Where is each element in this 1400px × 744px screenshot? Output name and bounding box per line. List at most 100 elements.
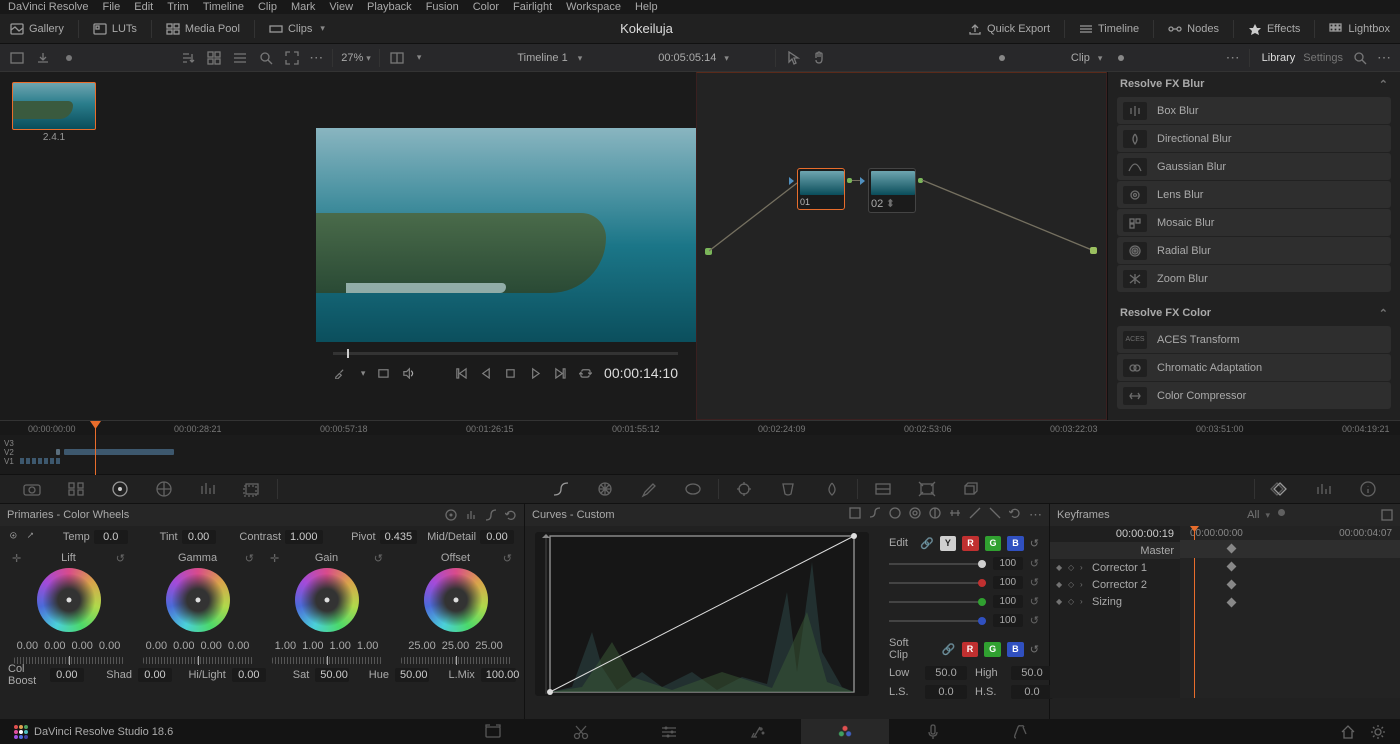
fairlight-page-button[interactable] xyxy=(889,719,977,744)
menu-mark[interactable]: Mark xyxy=(291,1,315,13)
viewer-scrubber[interactable] xyxy=(333,352,678,355)
blur-palette-icon[interactable] xyxy=(810,476,854,502)
softclip-r-button[interactable]: R xyxy=(962,642,979,657)
search-icon[interactable] xyxy=(257,49,275,67)
primaries-reset-icon[interactable] xyxy=(505,509,517,521)
middetail-value[interactable]: 0.00 xyxy=(480,530,514,544)
lum-vs-sat-icon[interactable] xyxy=(949,507,961,519)
menu-playback[interactable]: Playback xyxy=(367,1,412,13)
curves-mode-1-icon[interactable] xyxy=(849,507,861,519)
gain-wheel[interactable] xyxy=(295,568,359,632)
intensity-r-value[interactable]: 100 xyxy=(993,576,1023,589)
cut-page-button[interactable] xyxy=(537,719,625,744)
curves-options-icon[interactable]: ⋯ xyxy=(1029,507,1042,523)
mute-icon[interactable] xyxy=(402,366,415,381)
node-02[interactable]: 02 ⬍ xyxy=(868,168,916,213)
picker-black-icon[interactable] xyxy=(27,530,34,544)
rgb-mixer-icon[interactable] xyxy=(186,476,230,502)
viewer-image[interactable] xyxy=(316,128,696,342)
menu-file[interactable]: File xyxy=(103,1,121,13)
timeline-name-dropdown[interactable]: Timeline 1▾ xyxy=(517,52,582,64)
hue-value[interactable]: 50.00 xyxy=(395,668,429,682)
motion-effects-icon[interactable] xyxy=(230,476,274,502)
fx-directional-blur[interactable]: Directional Blur xyxy=(1117,125,1391,152)
softclip-low-value[interactable]: 50.0 xyxy=(925,666,967,680)
graph-output-dot[interactable] xyxy=(1090,247,1097,254)
lift-reset-icon[interactable]: ↺ xyxy=(116,552,125,565)
hilight-value[interactable]: 0.00 xyxy=(232,668,266,682)
picker-white-icon[interactable] xyxy=(10,530,17,544)
menu-clip[interactable]: Clip xyxy=(258,1,277,13)
keyframes-master-row[interactable]: Master xyxy=(1050,542,1180,559)
lightbox-toggle[interactable]: Lightbox xyxy=(1329,21,1390,37)
hue-vs-lum-icon[interactable] xyxy=(929,507,941,519)
intensity-g-slider[interactable] xyxy=(889,601,986,603)
step-back-icon[interactable] xyxy=(480,366,493,381)
lift-y-slider[interactable] xyxy=(14,657,124,664)
fx-mosaic-blur[interactable]: Mosaic Blur xyxy=(1117,209,1391,236)
keyframes-expand-icon[interactable] xyxy=(1381,509,1393,521)
loop-icon[interactable] xyxy=(579,366,592,381)
zoom-dropdown[interactable]: 27%▾ xyxy=(341,52,371,64)
fx-chromatic-adaptation[interactable]: Chromatic Adaptation xyxy=(1117,354,1391,381)
channel-r-button[interactable]: R xyxy=(962,536,979,551)
expand-viewer-icon[interactable] xyxy=(283,49,301,67)
fx-box-blur[interactable]: Box Blur xyxy=(1117,97,1391,124)
menu-edit[interactable]: Edit xyxy=(134,1,153,13)
primaries-log-icon[interactable] xyxy=(485,509,497,521)
stop-icon[interactable] xyxy=(504,366,517,381)
hue-vs-sat-icon[interactable] xyxy=(909,507,921,519)
quick-export-button[interactable]: Quick Export xyxy=(968,21,1050,37)
image-wipe-icon[interactable] xyxy=(388,49,406,67)
node-01[interactable]: 01 xyxy=(797,168,845,210)
gain-picker-icon[interactable]: ✛ xyxy=(270,552,279,565)
media-page-button[interactable] xyxy=(449,719,537,744)
channel-b-button[interactable]: B xyxy=(1007,536,1024,551)
still-thumbnail[interactable]: 2.4.1 xyxy=(12,82,96,143)
shad-value[interactable]: 0.00 xyxy=(138,668,172,682)
menu-app[interactable]: DaVinci Resolve xyxy=(8,1,89,13)
fx-options-icon[interactable]: ⋯ xyxy=(1377,49,1392,66)
qualifier-icon[interactable] xyxy=(627,476,671,502)
offset-wheel[interactable] xyxy=(424,568,488,632)
contrast-value[interactable]: 1.000 xyxy=(285,530,323,544)
hue-vs-hue-icon[interactable] xyxy=(889,507,901,519)
scopes-icon[interactable] xyxy=(1302,476,1346,502)
node-graph[interactable]: 01 02 ⬍ xyxy=(696,72,1107,420)
tracker-icon[interactable] xyxy=(722,476,766,502)
softclip-ls-value[interactable]: 0.0 xyxy=(925,685,967,699)
softclip-b-button[interactable]: B xyxy=(1007,642,1024,657)
menu-workspace[interactable]: Workspace xyxy=(566,1,621,13)
home-icon[interactable] xyxy=(1340,724,1356,740)
temp-value[interactable]: 0.0 xyxy=(94,530,128,544)
fx-category-color[interactable]: Resolve FX Color⌃ xyxy=(1108,301,1400,326)
viewer-mode-icon[interactable] xyxy=(377,366,390,381)
timeline-clip-selected[interactable] xyxy=(64,449,174,455)
sat-vs-lum-icon[interactable] xyxy=(989,507,1001,519)
link-icon[interactable]: 🔗 xyxy=(920,537,934,550)
primaries-auto-icon[interactable] xyxy=(445,509,457,521)
last-frame-icon[interactable] xyxy=(554,366,567,381)
primaries-wheels-icon[interactable] xyxy=(98,476,142,502)
window-icon[interactable] xyxy=(671,476,715,502)
thumb-view-icon[interactable] xyxy=(205,49,223,67)
offset-y-slider[interactable] xyxy=(401,657,511,664)
offset-reset-icon[interactable]: ↺ xyxy=(503,552,512,565)
fx-zoom-blur[interactable]: Zoom Blur xyxy=(1117,265,1391,292)
curves-custom-icon[interactable] xyxy=(539,476,583,502)
gallery-toggle[interactable]: Gallery xyxy=(10,21,64,37)
menu-timeline[interactable]: Timeline xyxy=(203,1,244,13)
keyframes-timeline[interactable]: 00:00:00:00 00:00:04:07 xyxy=(1180,526,1400,698)
channel-g-button[interactable]: G xyxy=(985,536,1002,551)
edit-reset-icon[interactable]: ↺ xyxy=(1030,537,1039,550)
timeline-playhead[interactable] xyxy=(95,421,96,475)
curve-editor[interactable] xyxy=(535,532,869,696)
curves-spline-icon[interactable] xyxy=(869,507,881,519)
sizing-icon[interactable] xyxy=(905,476,949,502)
keyframes-sizing-row[interactable]: ◆◇›Sizing xyxy=(1050,593,1180,610)
key-palette-icon[interactable] xyxy=(861,476,905,502)
softclip-link-icon[interactable]: 🔗 xyxy=(942,643,956,656)
fx-gaussian-blur[interactable]: Gaussian Blur xyxy=(1117,153,1391,180)
mini-timeline[interactable]: 00:00:00:00 00:00:28:21 00:00:57:18 00:0… xyxy=(0,420,1400,474)
timeline-toggle[interactable]: Timeline xyxy=(1079,21,1139,37)
